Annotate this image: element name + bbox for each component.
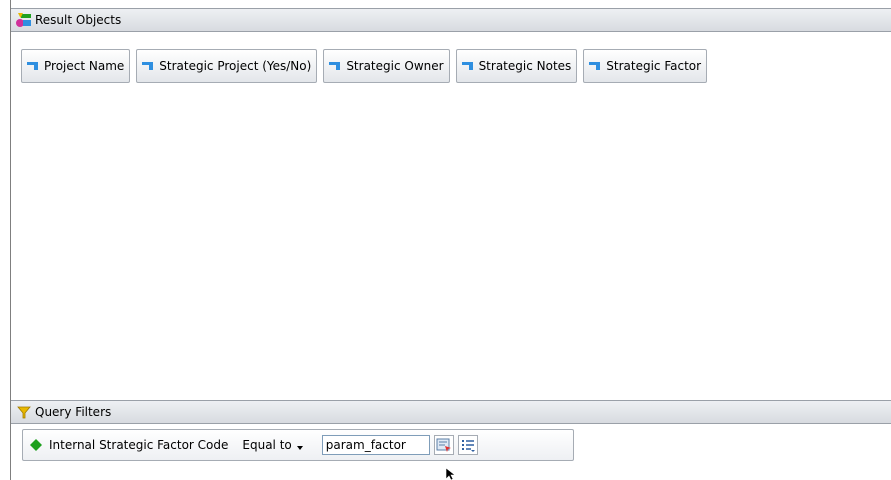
prompt-icon [436,438,451,452]
chevron-down-icon [296,446,303,450]
result-object-strategic-notes[interactable]: Strategic Notes [455,49,578,83]
result-objects-title: Result Objects [35,13,122,27]
operand-input[interactable] [321,435,430,455]
dimension-icon [27,62,38,70]
result-object-project-name[interactable]: Project Name [21,49,131,83]
result-objects-header: Result Objects [11,8,891,32]
filter-object-icon [30,439,42,451]
dimension-icon [329,62,341,70]
mouse-cursor-icon [446,468,456,480]
result-object-strategic-owner[interactable]: Strategic Owner [323,49,450,83]
result-objects-panel[interactable]: Project Name Strategic Project (Yes/No) … [11,32,891,400]
dimension-icon [589,62,601,70]
result-object-strategic-project[interactable]: Strategic Project (Yes/No) [136,49,318,83]
filter-object-label: Internal Strategic Factor Code [49,438,229,452]
result-object-label: Strategic Owner [346,59,444,73]
value-list-button[interactable] [457,435,478,455]
result-object-label: Strategic Project (Yes/No) [159,59,312,73]
dimension-icon [142,62,154,70]
result-object-label: Strategic Factor [606,59,702,73]
result-object-label: Project Name [44,59,125,73]
result-object-strategic-factor[interactable]: Strategic Factor [583,49,708,83]
operator-dropdown[interactable]: Equal to [242,438,303,452]
filter-condition[interactable]: Internal Strategic Factor Code Equal to [22,429,574,461]
operand-type-button[interactable] [433,435,454,455]
funnel-icon [17,406,31,419]
dimension-icon [461,62,473,70]
list-icon [461,440,475,452]
operator-label: Equal to [242,438,292,452]
result-objects-list: Project Name Strategic Project (Yes/No) … [21,49,708,83]
query-filters-header: Query Filters [11,400,891,424]
result-object-label: Strategic Notes [478,59,572,73]
query-panel: Result Objects Project Name Strategic Pr… [0,0,891,480]
result-objects-icon [16,13,31,27]
query-filters-title: Query Filters [35,405,112,419]
